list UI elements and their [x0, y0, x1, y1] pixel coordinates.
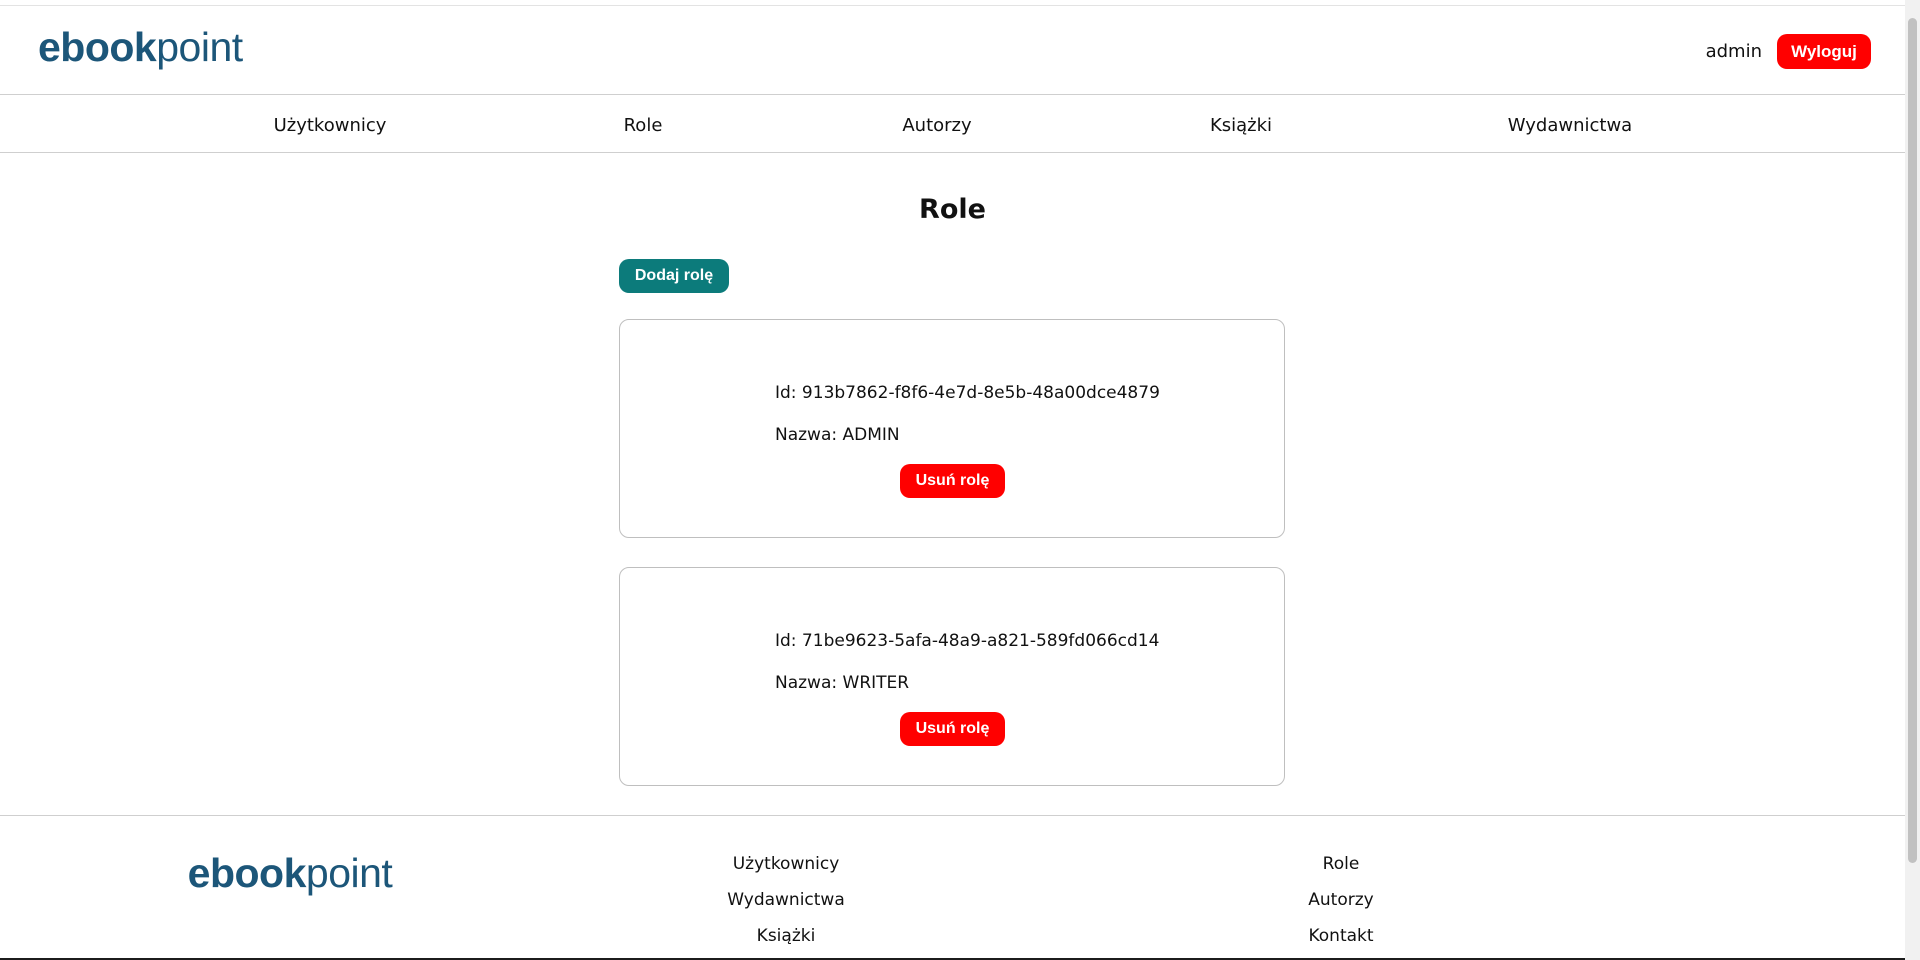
role-card: Id: 913b7862-f8f6-4e7d-8e5b-48a00dce4879… — [619, 319, 1285, 538]
role-id: Id: 913b7862-f8f6-4e7d-8e5b-48a00dce4879 — [775, 383, 1160, 403]
add-role-button[interactable]: Dodaj rolę — [619, 259, 729, 293]
main-nav: Użytkownicy Role Autorzy Książki Wydawni… — [0, 95, 1905, 153]
footer-link-users[interactable]: Użytkownicy — [733, 854, 840, 874]
delete-role-button[interactable]: Usuń rolę — [900, 712, 1005, 746]
nav-item-books[interactable]: Książki — [1210, 115, 1272, 136]
footer-link-roles[interactable]: Role — [1323, 854, 1360, 874]
role-name: Nazwa: ADMIN — [775, 425, 900, 445]
nav-item-roles[interactable]: Role — [624, 115, 663, 136]
nav-item-authors[interactable]: Autorzy — [902, 115, 971, 136]
site-header: ebookpoint admin Wyloguj — [0, 6, 1905, 95]
footer-divider — [0, 815, 1905, 816]
scrollbar-thumb[interactable] — [1908, 18, 1917, 863]
ebookpoint-logo[interactable]: ebookpoint — [38, 24, 243, 71]
footer-logo[interactable]: ebookpoint — [188, 850, 393, 897]
username-label: admin — [1705, 41, 1762, 62]
role-card: Id: 71be9623-5afa-48a9-a821-589fd066cd14… — [619, 567, 1285, 786]
role-id: Id: 71be9623-5afa-48a9-a821-589fd066cd14 — [775, 631, 1160, 651]
nav-item-users[interactable]: Użytkownicy — [274, 115, 387, 136]
footer-link-contact[interactable]: Kontakt — [1308, 926, 1373, 946]
footer-link-authors[interactable]: Autorzy — [1308, 890, 1373, 910]
nav-item-publishers[interactable]: Wydawnictwa — [1508, 115, 1632, 136]
page-title: Role — [919, 194, 986, 225]
delete-role-button[interactable]: Usuń rolę — [900, 464, 1005, 498]
logout-button[interactable]: Wyloguj — [1777, 34, 1871, 69]
footer-link-publishers[interactable]: Wydawnictwa — [727, 890, 845, 910]
role-name: Nazwa: WRITER — [775, 673, 910, 693]
page-scrollbar[interactable] — [1905, 0, 1920, 960]
footer-link-books[interactable]: Książki — [757, 926, 816, 946]
